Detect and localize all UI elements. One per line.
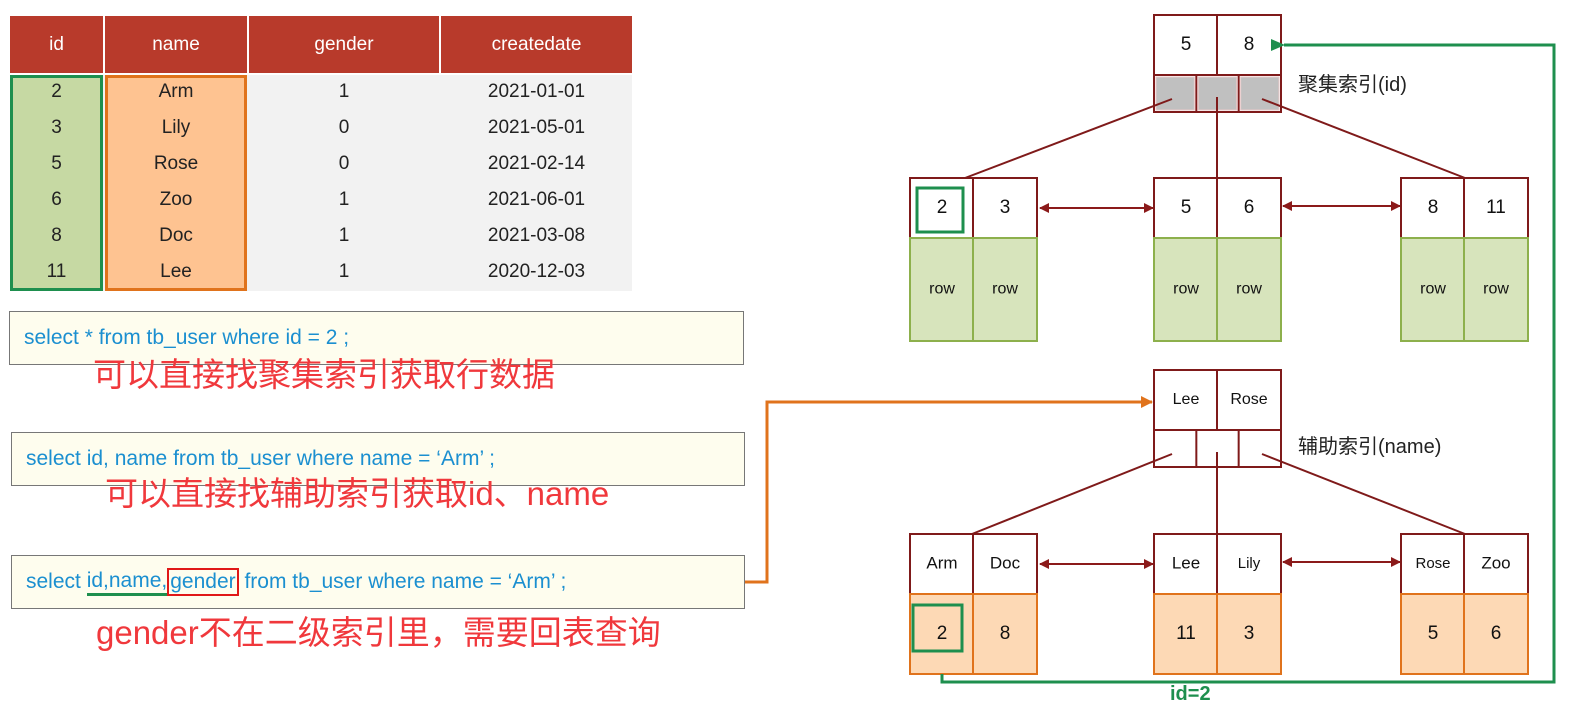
clustered-leaf-key: 11	[1486, 197, 1506, 218]
secondary-link	[1261, 453, 1466, 535]
clustered-leaf-key: 3	[1000, 197, 1011, 218]
clustered-root-key: 5	[1181, 34, 1192, 55]
clustered-leaf-value: row	[1483, 281, 1509, 298]
secondary-leaf-value: 2	[937, 623, 948, 644]
secondary-leaf-key: Arm	[926, 553, 957, 572]
secondary-leaf-value: 11	[1176, 623, 1196, 644]
clustered-pointer-slot	[1155, 76, 1195, 111]
clustered-link	[1261, 98, 1466, 179]
clustered-leaf-key: 2	[937, 197, 948, 218]
secondary-leaf-key: Doc	[990, 553, 1021, 572]
secondary-leaf-value: 8	[1000, 623, 1011, 644]
secondary-leaf-value: 6	[1491, 623, 1502, 644]
clustered-leaf-key: 6	[1244, 197, 1255, 218]
secondary-leaf-key: Rose	[1415, 555, 1450, 572]
secondary-leaf-value: 3	[1244, 623, 1255, 644]
clustered-leaf-value: row	[1420, 281, 1446, 298]
secondary-root-key: Rose	[1230, 391, 1267, 408]
clustered-index-label: 聚集索引(id)	[1298, 74, 1407, 96]
clustered-leaf-value: row	[1236, 281, 1262, 298]
secondary-root-key: Lee	[1173, 391, 1200, 408]
secondary-leaf-key: Lily	[1238, 555, 1261, 572]
clustered-leaf-key: 5	[1181, 197, 1192, 218]
secondary-index-label: 辅助索引(name)	[1298, 436, 1442, 458]
secondary-link	[971, 453, 1173, 535]
clustered-pointer-slot	[1240, 76, 1280, 111]
index-diagram: 5 8 2 3 row row 5 6 row row 8 11 row row Lee Rose Arm Doc…	[745, 14, 1556, 684]
secondary-leaf-value: 5	[1428, 623, 1439, 644]
clustered-link	[964, 98, 1173, 179]
clustered-leaf-value: row	[1173, 281, 1199, 298]
clustered-leaf-key: 8	[1428, 197, 1439, 218]
secondary-leaf-key: Lee	[1172, 553, 1200, 572]
lookup-id-label: id=2	[1170, 683, 1211, 705]
clustered-leaf-value: row	[929, 281, 955, 298]
clustered-leaf-value: row	[992, 281, 1018, 298]
clustered-root-key: 8	[1244, 34, 1255, 55]
secondary-leaf-key: Zoo	[1481, 553, 1510, 572]
